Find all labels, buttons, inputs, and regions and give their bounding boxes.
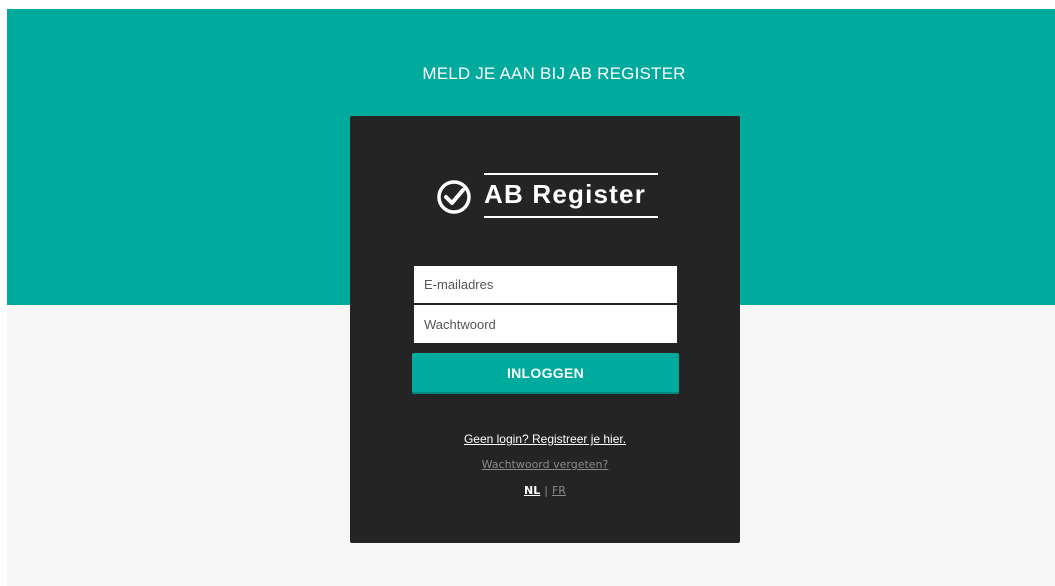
language-switcher: NL | FR <box>350 484 740 497</box>
password-field[interactable] <box>414 305 677 343</box>
email-field[interactable] <box>414 266 677 304</box>
login-card: AB Register INLOGGEN Geen login? Registr… <box>350 116 740 543</box>
forgot-password-link[interactable]: Wachtwoord vergeten? <box>482 458 609 471</box>
language-fr-link[interactable]: FR <box>552 484 566 497</box>
logo-text: AB Register <box>484 179 647 209</box>
check-circle-icon <box>437 180 471 214</box>
logo-line-bottom <box>484 216 658 218</box>
page-heading: MELD JE AAN BIJ AB REGISTER <box>422 64 686 83</box>
page: MELD JE AAN BIJ AB REGISTER AB Register … <box>7 9 1055 586</box>
language-nl-link[interactable]: NL <box>524 484 540 497</box>
language-separator: | <box>544 484 548 497</box>
forgot-password-row: Wachtwoord vergeten? <box>350 458 740 471</box>
logo-line-top <box>484 173 658 175</box>
register-link-row: Geen login? Registreer je hier. <box>350 432 740 446</box>
logo: AB Register <box>432 173 662 223</box>
login-button[interactable]: INLOGGEN <box>412 353 679 394</box>
register-link[interactable]: Geen login? Registreer je hier. <box>464 432 626 446</box>
